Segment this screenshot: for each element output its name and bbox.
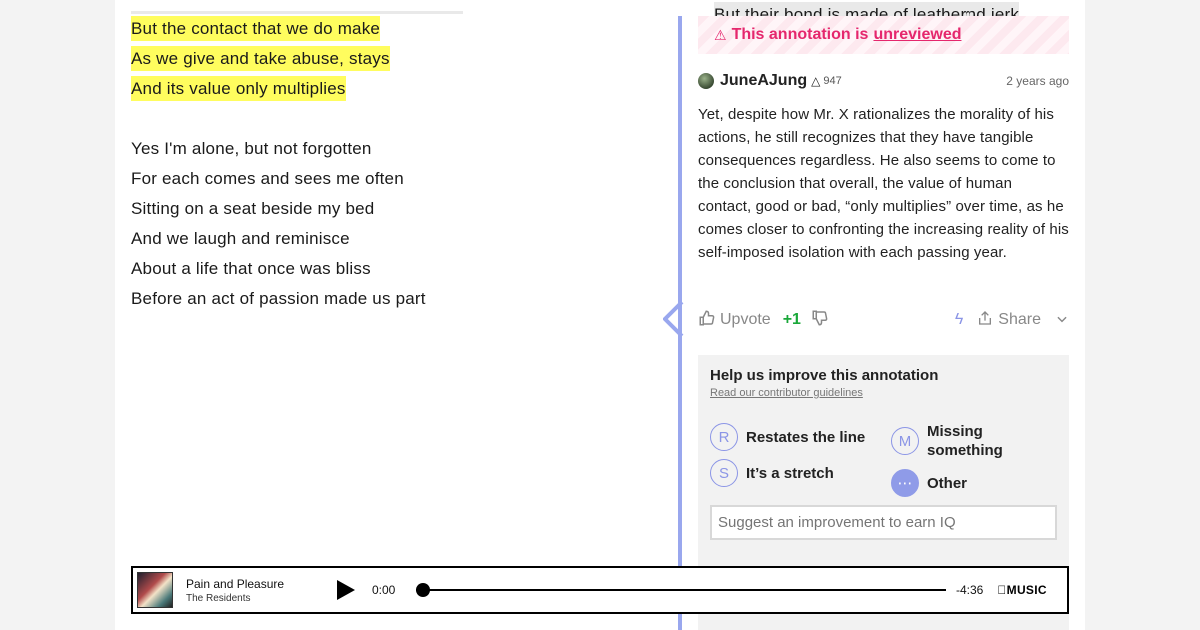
option-missing[interactable]: M Missing something <box>891 422 1051 460</box>
annotation-pointer <box>663 302 684 336</box>
lyric-line: About a life that once was bliss <box>131 254 651 284</box>
track-info: Pain and Pleasure The Residents <box>186 577 326 604</box>
lyric-line[interactable]: As we give and take abuse, stays <box>131 44 651 74</box>
vote-score: +1 <box>782 311 801 328</box>
share-icon[interactable] <box>977 310 993 331</box>
elapsed-time: 0:00 <box>372 583 396 597</box>
option-stretch[interactable]: S It’s a stretch <box>710 459 834 487</box>
improvement-options: R Restates the line M Missing something … <box>710 423 1057 503</box>
option-label: Other <box>927 474 968 492</box>
annotation-body: Yet, despite how Mr. X rationalizes the … <box>698 106 1069 261</box>
option-letter: S <box>710 459 738 487</box>
thumbs-down-icon[interactable] <box>811 309 829 332</box>
lyric-line[interactable]: But the contact that we do make <box>131 14 651 44</box>
lyric-text: Yes I'm alone, but not forgotten <box>131 139 372 158</box>
warning-icon: ⚠ <box>714 26 727 43</box>
album-cover[interactable] <box>137 572 173 608</box>
improve-title: Help us improve this annotation <box>710 367 939 384</box>
option-other[interactable]: ⋯ Other <box>891 469 967 497</box>
remaining-time: -4:36 <box>956 583 984 597</box>
unreviewed-banner: ⚠ This annotation is unreviewed <box>698 16 1069 54</box>
author-name[interactable]: JuneAJung <box>720 72 807 90</box>
avatar[interactable] <box>698 73 714 89</box>
timestamp: 2 years ago <box>1006 74 1069 88</box>
track-artist: The Residents <box>186 592 251 604</box>
option-letter: R <box>710 423 738 451</box>
apple-music-icon[interactable]: MUSIC <box>997 583 1046 597</box>
iq-icon: △ <box>811 74 821 88</box>
lyric-text: For each comes and sees me often <box>131 169 404 188</box>
progress-knob[interactable] <box>416 583 430 597</box>
lyric-text: But the contact that we do make <box>131 16 381 41</box>
lyric-line: Before an act of passion made us part <box>131 284 651 314</box>
lyric-line: Sitting on a seat beside my bed <box>131 194 651 224</box>
option-label: Missing something <box>927 423 1003 459</box>
song-page: Then I guess I could be crookedEvil, ben… <box>115 0 1085 630</box>
lyric-text: And we laugh and reminisce <box>131 229 350 248</box>
suggest-improvement-input[interactable] <box>710 505 1057 540</box>
lyric-line: For each comes and sees me often <box>131 164 651 194</box>
lyric-line: And we laugh and reminisce <box>131 224 651 254</box>
chevron-down-icon[interactable] <box>1055 312 1069 329</box>
upvote-label[interactable]: Upvote <box>720 311 771 329</box>
lyric-text: As we give and take abuse, stays <box>131 46 390 71</box>
lyric-line[interactable]: And its value only multiplies <box>131 74 651 104</box>
annotation-panel: ⚠ This annotation is unreviewed JuneAJun… <box>698 16 1069 630</box>
lyric-line: Yes I'm alone, but not forgotten <box>131 134 651 164</box>
share-button[interactable]: Share <box>998 311 1041 329</box>
play-icon[interactable] <box>336 580 356 600</box>
option-restates[interactable]: R Restates the line <box>710 423 865 451</box>
lyric-spacer <box>131 314 651 344</box>
thumbs-up-icon[interactable] <box>698 309 716 332</box>
lyrics-body: Then I guess I could be crookedEvil, ben… <box>131 0 1020 344</box>
lyric-line <box>131 0 651 14</box>
annotation-actions: Upvote +1 ϟ Share <box>698 308 1069 332</box>
lyric-text: About a life that once was bliss <box>131 259 371 278</box>
lyric-text: And its value only multiplies <box>131 76 346 101</box>
bolt-icon[interactable]: ϟ <box>955 311 963 329</box>
option-letter: M <box>891 427 919 455</box>
author-iq: 947 <box>823 75 842 87</box>
option-label: Restates the line <box>746 428 866 446</box>
lyric-spacer <box>131 104 651 134</box>
lyric-text: Before an act of passion made us part <box>131 289 426 308</box>
track-title: Pain and Pleasure <box>186 576 285 591</box>
annotation-author: JuneAJung △ 947 2 years ago <box>698 71 1069 91</box>
unreviewed-link[interactable]: unreviewed <box>873 26 961 44</box>
status-prefix: This annotation is <box>731 26 869 43</box>
lyric-text: Sitting on a seat beside my bed <box>131 199 375 218</box>
option-label: It’s a stretch <box>746 464 834 482</box>
guidelines-link[interactable]: Read our contributor guidelines <box>710 387 1057 399</box>
option-letter: ⋯ <box>891 469 919 497</box>
progress-bar[interactable] <box>416 583 946 597</box>
music-player: Pain and Pleasure The Residents 0:00 -4:… <box>131 566 1069 614</box>
